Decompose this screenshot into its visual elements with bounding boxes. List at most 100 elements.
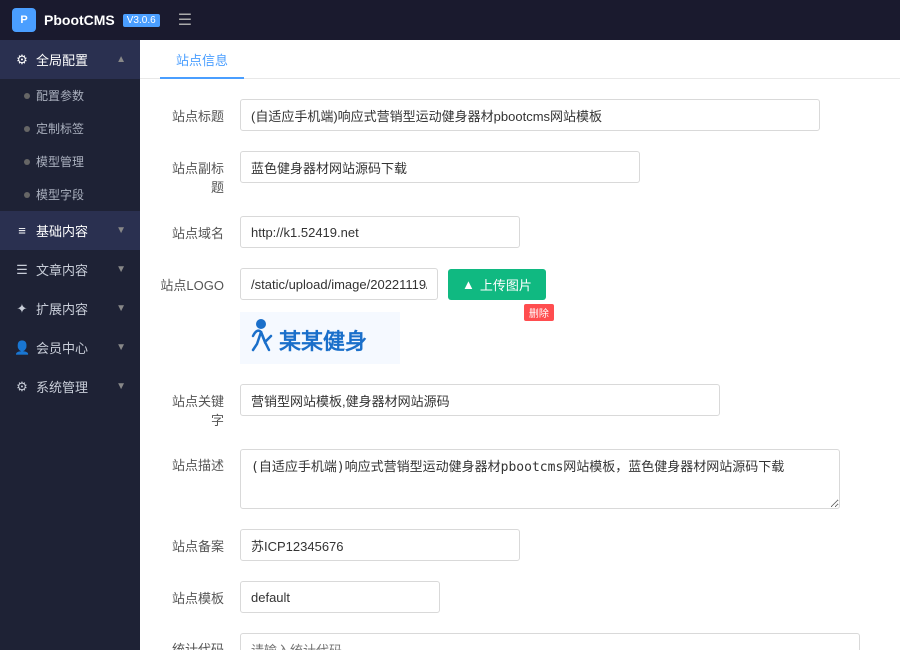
- site-title-control: [240, 99, 870, 131]
- sidebar-item-huiyuan[interactable]: 👤 会员中心 ▼: [0, 328, 140, 367]
- top-bar: P PbootCMS V3.0.6 ☰: [0, 0, 900, 40]
- logo-image: 某某健身: [240, 312, 400, 364]
- sidebar-label-moxing: 模型管理: [36, 153, 84, 170]
- arrow-icon: ▼: [116, 264, 126, 275]
- stat-code-label: 统计代码: [160, 633, 240, 650]
- site-desc-label: 站点描述: [160, 449, 240, 474]
- arrow-up-icon: ▲: [116, 54, 126, 65]
- dot-icon: [24, 159, 30, 165]
- sidebar-section-wenzhaneirong: ☰ 文章内容 ▼: [0, 250, 140, 289]
- sidebar-quanju-label: 全局配置: [36, 50, 88, 69]
- sidebar-huiyuan-label: 会员中心: [36, 338, 88, 357]
- user-icon: 👤: [14, 340, 30, 356]
- form-row-site-title: 站点标题: [140, 89, 900, 141]
- sidebar-label-peizhi: 配置参数: [36, 87, 84, 104]
- sidebar-item-zidinbiao-qian[interactable]: 定制标签: [0, 112, 140, 145]
- stat-code-textarea[interactable]: [240, 633, 860, 650]
- site-keywords-label: 站点关键字: [160, 384, 240, 429]
- tab-zhanding-xinxi[interactable]: 站点信息: [160, 40, 244, 79]
- form-row-site-domain: 站点域名: [140, 206, 900, 258]
- logo-delete-btn[interactable]: 删除: [524, 304, 554, 321]
- site-template-label: 站点模板: [160, 581, 240, 607]
- logo-input-row: ▲ 上传图片: [240, 268, 546, 300]
- sidebar-label-ziduan: 模型字段: [36, 186, 84, 203]
- sidebar: ⚙ 全局配置 ▲ 配置参数 定制标签 模型管理 模型字段: [0, 40, 140, 650]
- menu-toggle-icon[interactable]: ☰: [178, 10, 192, 30]
- doc-icon: ☰: [14, 262, 30, 278]
- upload-btn-label: 上传图片: [480, 275, 532, 294]
- site-domain-input[interactable]: [240, 216, 520, 248]
- site-subtitle-control: [240, 151, 870, 183]
- site-keywords-input[interactable]: [240, 384, 720, 416]
- main-layout: ⚙ 全局配置 ▲ 配置参数 定制标签 模型管理 模型字段: [0, 40, 900, 650]
- form-row-site-template: 站点模板: [140, 571, 900, 623]
- upload-image-button[interactable]: ▲ 上传图片: [448, 269, 546, 300]
- main-content-area: 站点信息 站点标题 站点副标题 站点域名: [140, 40, 900, 650]
- list-icon: ≡: [14, 223, 30, 238]
- sidebar-item-wenzhaneirong[interactable]: ☰ 文章内容 ▼: [0, 250, 140, 289]
- logo-svg: 某某健身: [243, 314, 398, 362]
- dot-icon: [24, 126, 30, 132]
- site-title-input[interactable]: [240, 99, 820, 131]
- dot-icon: [24, 192, 30, 198]
- arrow-icon: ▼: [116, 342, 126, 353]
- sidebar-section-kuozhaneirong: ✦ 扩展内容 ▼: [0, 289, 140, 328]
- sidebar-section-huiyuan: 👤 会员中心 ▼: [0, 328, 140, 367]
- logo-icon: P: [12, 8, 36, 32]
- sidebar-item-quanju[interactable]: ⚙ 全局配置 ▲: [0, 40, 140, 79]
- sidebar-item-moxing-ziduan[interactable]: 模型字段: [0, 178, 140, 211]
- site-template-input[interactable]: [240, 581, 440, 613]
- app-version: V3.0.6: [123, 14, 160, 27]
- sidebar-item-peizhi-canshu[interactable]: 配置参数: [0, 79, 140, 112]
- form-row-site-desc: 站点描述: [140, 439, 900, 519]
- sidebar-section-quanju: ⚙ 全局配置 ▲ 配置参数 定制标签 模型管理 模型字段: [0, 40, 140, 211]
- settings-icon: ⚙: [14, 379, 30, 395]
- site-title-label: 站点标题: [160, 99, 240, 125]
- stat-code-control: https://www.huzhan.com/ishop34101: [240, 633, 870, 650]
- site-subtitle-input[interactable]: [240, 151, 640, 183]
- logo-preview: 某某健身 删除: [240, 312, 546, 364]
- sidebar-item-kuozhaneirong[interactable]: ✦ 扩展内容 ▼: [0, 289, 140, 328]
- upload-icon: ▲: [462, 277, 475, 292]
- sidebar-item-xitong[interactable]: ⚙ 系统管理 ▼: [0, 367, 140, 406]
- sidebar-item-moxing-guanli[interactable]: 模型管理: [0, 145, 140, 178]
- site-beian-input[interactable]: [240, 529, 520, 561]
- form-row-site-subtitle: 站点副标题: [140, 141, 900, 206]
- site-logo-label: 站点LOGO: [160, 268, 240, 294]
- site-beian-label: 站点备案: [160, 529, 240, 555]
- extend-icon: ✦: [14, 301, 30, 317]
- form-row-site-beian: 站点备案: [140, 519, 900, 571]
- site-logo-control: ▲ 上传图片: [240, 268, 870, 364]
- sidebar-label-zidinbiao: 定制标签: [36, 120, 84, 137]
- svg-text:某某健身: 某某健身: [279, 329, 367, 354]
- form-row-site-keywords: 站点关键字: [140, 374, 900, 439]
- dot-icon: [24, 93, 30, 99]
- site-keywords-control: [240, 384, 870, 416]
- site-desc-control: [240, 449, 870, 509]
- site-logo-path-input[interactable]: [240, 268, 438, 300]
- site-domain-control: [240, 216, 870, 248]
- arrow-icon: ▼: [116, 303, 126, 314]
- form-row-stat-code: 统计代码 https://www.huzhan.com/ishop34101: [140, 623, 900, 650]
- gear-icon: ⚙: [14, 52, 30, 68]
- site-subtitle-label: 站点副标题: [160, 151, 240, 196]
- sidebar-section-jichuneirong: ≡ 基础内容 ▼: [0, 211, 140, 250]
- logo-area: P PbootCMS V3.0.6: [12, 8, 160, 32]
- site-template-control: [240, 581, 870, 613]
- arrow-down-icon: ▼: [116, 225, 126, 236]
- sidebar-item-jichuneirong[interactable]: ≡ 基础内容 ▼: [0, 211, 140, 250]
- sidebar-section-xitong: ⚙ 系统管理 ▼: [0, 367, 140, 406]
- tab-bar: 站点信息: [140, 40, 900, 79]
- arrow-icon: ▼: [116, 381, 126, 392]
- sidebar-xitong-label: 系统管理: [36, 377, 88, 396]
- sidebar-wenzhaneirong-label: 文章内容: [36, 260, 88, 279]
- sidebar-jichuneirong-label: 基础内容: [36, 221, 88, 240]
- form-row-site-logo: 站点LOGO ▲ 上传图片: [140, 258, 900, 374]
- logo-preview-area: ▲ 上传图片: [240, 268, 546, 364]
- form-area: 站点标题 站点副标题 站点域名 站点LOGO: [140, 79, 900, 650]
- sidebar-kuozhaneirong-label: 扩展内容: [36, 299, 88, 318]
- site-beian-control: [240, 529, 870, 561]
- app-title: PbootCMS: [44, 12, 115, 28]
- site-domain-label: 站点域名: [160, 216, 240, 242]
- site-desc-textarea[interactable]: [240, 449, 840, 509]
